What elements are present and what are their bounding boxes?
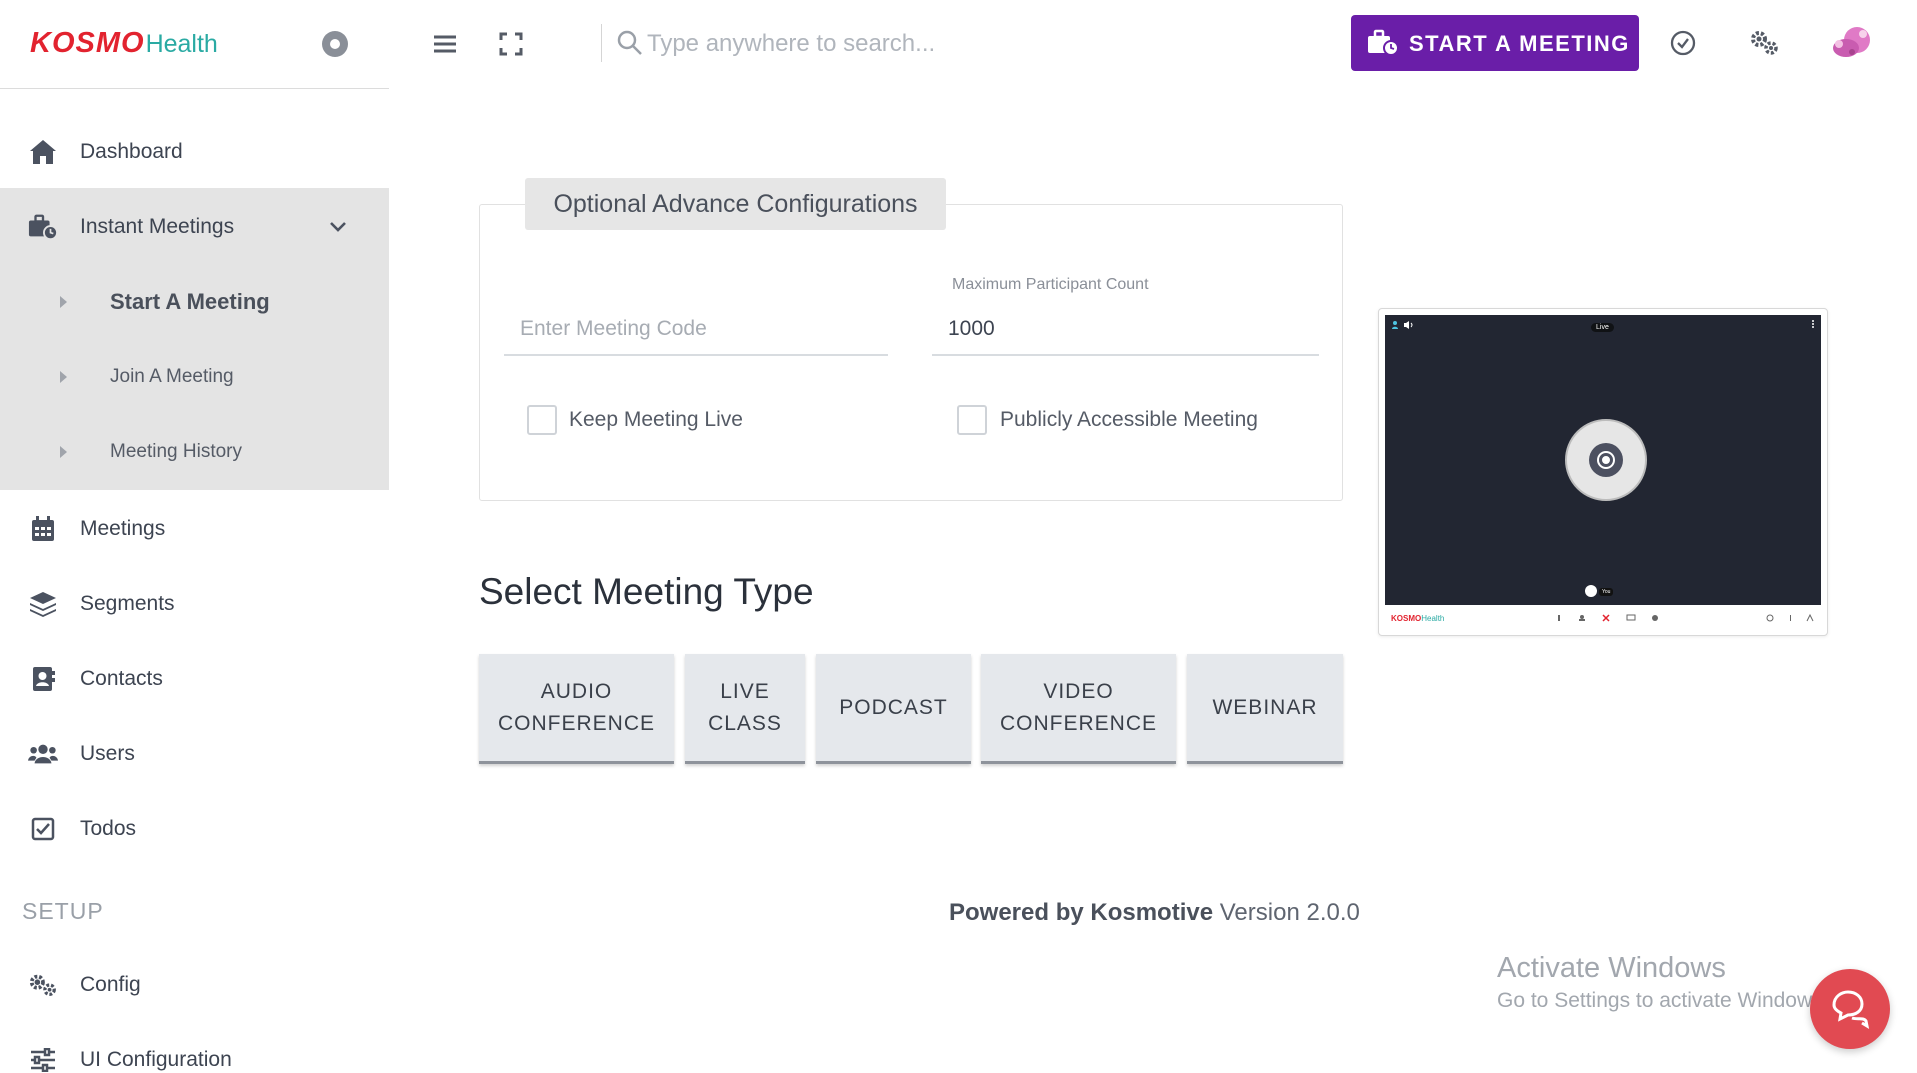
live-badge: Live — [1591, 323, 1614, 332]
public-meeting-label: Publicly Accessible Meeting — [1000, 408, 1258, 431]
meeting-preview: Live You KOSMOHealth — [1378, 308, 1828, 636]
sidebar-item-users[interactable]: Users — [0, 716, 389, 791]
sidebar-subitem-label: Join A Meeting — [110, 366, 234, 387]
public-meeting-checkbox[interactable] — [957, 405, 987, 435]
search-input[interactable] — [647, 24, 987, 64]
sidebar-item-label: Todos — [80, 816, 137, 840]
brand-bar: KOSMO Health — [0, 0, 389, 89]
preview-side-icons — [1766, 613, 1814, 622]
caret-right-icon — [60, 296, 67, 308]
max-participants-label: Maximum Participant Count — [952, 276, 1149, 293]
more-options-icon — [1812, 320, 1814, 328]
sidebar-toggle-icon[interactable] — [322, 31, 348, 57]
windows-activation-watermark: Activate Windows Go to Settings to activ… — [1497, 952, 1829, 1012]
webinar-button[interactable]: WEBINAR — [1187, 654, 1343, 764]
sidebar-subitem-join-meeting[interactable]: Join A Meeting — [0, 347, 389, 407]
chat-button[interactable] — [1810, 969, 1890, 1049]
sidebar-item-label: Meetings — [80, 516, 166, 540]
avatar[interactable] — [1830, 22, 1874, 62]
sidebar-subitem-label: Meeting History — [110, 441, 242, 462]
sidebar-subitem-start-meeting[interactable]: Start A Meeting — [0, 272, 389, 332]
home-icon — [28, 137, 58, 167]
checkbox-icon — [28, 814, 58, 844]
you-avatar-icon — [1585, 585, 1597, 597]
gears-icon[interactable] — [1748, 28, 1780, 60]
preview-controls-icon — [1558, 614, 1658, 622]
briefcase-clock-icon — [1368, 29, 1399, 56]
sidebar-item-label: Segments — [80, 591, 175, 615]
live-class-button[interactable]: LIVE CLASS — [685, 654, 805, 764]
sidebar-item-label: Users — [80, 741, 135, 765]
sidebar-item-config[interactable]: Config — [0, 947, 389, 1022]
sidebar-item-label: Contacts — [80, 666, 163, 690]
preview-toolbar: KOSMOHealth — [1385, 606, 1821, 632]
sidebar-item-instant-meetings[interactable]: Instant Meetings — [0, 189, 389, 264]
logo-primary: KOSMO — [30, 27, 145, 59]
caret-right-icon — [60, 446, 67, 458]
camera-icon — [1565, 419, 1647, 501]
keep-live-checkbox[interactable] — [527, 405, 557, 435]
meeting-code-input[interactable] — [504, 304, 888, 356]
max-participants-input[interactable] — [932, 304, 1319, 356]
search-icon — [617, 30, 642, 55]
briefcase-clock-icon — [28, 212, 58, 242]
check-circle-icon[interactable] — [1668, 28, 1700, 60]
meeting-type-title: Select Meeting Type — [479, 571, 814, 612]
sidebar-item-contacts[interactable]: Contacts — [0, 641, 389, 716]
logo-secondary: Health — [145, 30, 218, 58]
search-divider — [601, 24, 602, 62]
sidebar: KOSMO Health Dashboard Instant Meetings … — [0, 0, 389, 1073]
layers-icon — [28, 589, 58, 619]
you-label: You — [1599, 588, 1614, 596]
chat-bubbles-icon — [1832, 990, 1870, 1030]
caret-right-icon — [60, 371, 67, 383]
calendar-icon — [28, 514, 58, 544]
sidebar-item-label: Config — [80, 972, 141, 996]
sidebar-subitem-meeting-history[interactable]: Meeting History — [0, 422, 389, 482]
fullscreen-icon[interactable] — [495, 28, 527, 60]
sidebar-item-dashboard[interactable]: Dashboard — [0, 114, 389, 189]
users-icon — [28, 739, 58, 769]
keep-live-label: Keep Meeting Live — [569, 408, 743, 431]
powered-by-text: Powered by Kosmotive Version 2.0.0 — [949, 899, 1360, 926]
hamburger-icon[interactable] — [429, 28, 461, 60]
chevron-down-icon — [330, 222, 346, 232]
address-book-icon — [28, 664, 58, 694]
setup-heading: SETUP — [22, 898, 104, 924]
gears-icon — [28, 970, 58, 1000]
sidebar-item-meetings[interactable]: Meetings — [0, 491, 389, 566]
video-conference-button[interactable]: VIDEO CONFERENCE — [981, 654, 1176, 764]
sidebar-item-ui-configuration[interactable]: UI Configuration — [0, 1022, 389, 1073]
logo[interactable]: KOSMO Health — [30, 27, 218, 60]
sidebar-item-label: Instant Meetings — [80, 214, 235, 238]
participant-audio-icon — [1392, 321, 1413, 329]
sidebar-item-segments[interactable]: Segments — [0, 566, 389, 641]
audio-conference-button[interactable]: AUDIO CONFERENCE — [479, 654, 674, 764]
start-meeting-button[interactable]: START A MEETING — [1351, 15, 1639, 71]
preview-video-area: Live You — [1385, 315, 1821, 605]
config-title: Optional Advance Configurations — [525, 178, 946, 230]
sidebar-item-label: UI Configuration — [80, 1047, 232, 1071]
sidebar-subitem-label: Start A Meeting — [110, 289, 270, 314]
sidebar-item-label: Dashboard — [80, 139, 183, 163]
sliders-icon — [28, 1045, 58, 1073]
sidebar-item-todos[interactable]: Todos — [0, 791, 389, 866]
start-meeting-label: START A MEETING — [1409, 31, 1630, 56]
preview-logo: KOSMOHealth — [1391, 614, 1445, 623]
podcast-button[interactable]: PODCAST — [816, 654, 971, 764]
